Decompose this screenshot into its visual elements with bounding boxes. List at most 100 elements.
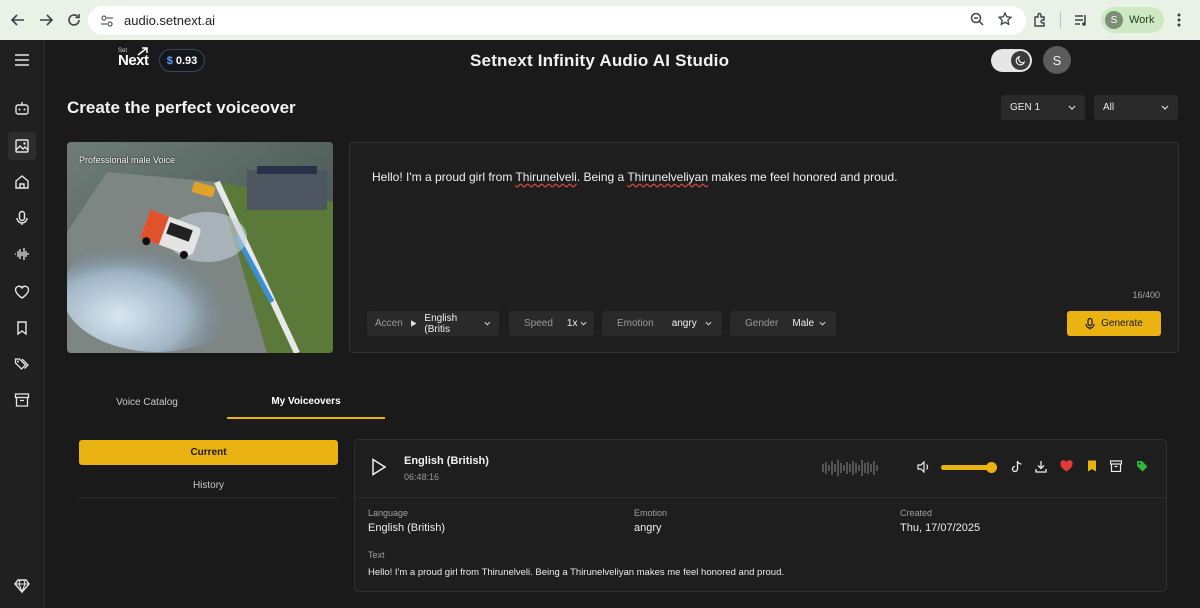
- play-icon[interactable]: [371, 458, 387, 476]
- app-title: Setnext Infinity Audio AI Studio: [470, 51, 730, 70]
- voice-preview-label: Professional male Voice: [79, 155, 176, 165]
- chevron-down-icon: [1068, 105, 1076, 110]
- generate-button[interactable]: Generate: [1067, 311, 1161, 336]
- image-edit-icon[interactable]: [8, 132, 36, 160]
- tags-icon[interactable]: [8, 350, 36, 378]
- user-avatar[interactable]: S: [1043, 46, 1071, 74]
- emotion-label: Emotion: [617, 318, 654, 329]
- page-title: Create the perfect voiceover: [67, 98, 296, 117]
- generate-label: Generate: [1101, 318, 1143, 329]
- mic-icon[interactable]: [8, 204, 36, 232]
- script-text-part: Hello! I'm a proud girl from: [372, 170, 516, 184]
- filter-select[interactable]: All: [1094, 95, 1178, 120]
- history-button[interactable]: History: [79, 474, 338, 498]
- tiktok-icon[interactable]: [1011, 460, 1023, 473]
- accent-value: English (Britis: [424, 312, 458, 335]
- voiceover-time: 06:48:16: [404, 472, 440, 482]
- browser-toolbar: audio.setnext.ai S Work: [0, 0, 1200, 40]
- profile-avatar: S: [1105, 11, 1123, 29]
- balance-currency: $: [166, 54, 173, 67]
- misspelled-word: Thirunelveli: [515, 170, 577, 184]
- created-value: Thu, 17/07/2025: [900, 522, 981, 534]
- reload-icon[interactable]: [60, 6, 88, 34]
- site-settings-icon[interactable]: [100, 14, 114, 28]
- media-icon[interactable]: [1073, 12, 1089, 28]
- extensions-icon[interactable]: [1032, 12, 1048, 28]
- mic-icon: [1085, 317, 1095, 329]
- chevron-down-icon: [1161, 105, 1169, 110]
- chevron-down-icon: [580, 321, 587, 326]
- tab-my-voiceovers[interactable]: My Voiceovers: [227, 385, 385, 419]
- sidebar: [0, 40, 45, 608]
- balance-badge[interactable]: $ 0.93: [159, 49, 205, 72]
- bookmark-icon[interactable]: [8, 314, 36, 342]
- text-label: Text: [368, 550, 385, 560]
- heart-icon[interactable]: [1060, 460, 1073, 472]
- moon-icon: [1011, 51, 1030, 70]
- setnext-logo[interactable]: Set Next: [116, 47, 150, 71]
- heart-icon[interactable]: [8, 278, 36, 306]
- script-text-part: makes me feel honored and proud.: [708, 170, 898, 184]
- theme-toggle[interactable]: [991, 49, 1032, 72]
- waveform-icon[interactable]: [8, 240, 36, 268]
- filter-select-value: All: [1103, 102, 1115, 113]
- misspelled-word: Thirunelveliyan: [627, 170, 709, 184]
- diamond-icon[interactable]: [8, 572, 36, 600]
- emotion-meta-label: Emotion: [634, 508, 668, 518]
- back-icon[interactable]: [4, 6, 32, 34]
- emotion-select[interactable]: Emotion angry: [602, 311, 722, 336]
- created-label: Created: [900, 508, 933, 518]
- model-select-value: GEN 1: [1010, 102, 1041, 113]
- gender-value: Male: [792, 318, 815, 329]
- tab-voice-catalog[interactable]: Voice Catalog: [68, 385, 226, 419]
- forward-icon[interactable]: [32, 6, 60, 34]
- card-divider: [355, 497, 1166, 498]
- speed-select[interactable]: Speed 1x: [509, 311, 594, 336]
- current-button[interactable]: Current: [79, 440, 338, 465]
- script-editor[interactable]: Hello! I'm a proud girl from Thirunelvel…: [349, 142, 1179, 353]
- speed-value: 1x: [566, 318, 578, 329]
- balance-amount: 0.93: [175, 54, 198, 67]
- logo-arrow-icon: [137, 47, 148, 56]
- language-value: English (British): [368, 522, 446, 534]
- menu-icon[interactable]: [8, 46, 36, 74]
- star-icon[interactable]: [998, 12, 1012, 26]
- accent-label: Accen: [375, 318, 403, 329]
- text-value: Hello! I'm a proud girl from Thirunelvel…: [368, 567, 784, 578]
- script-text[interactable]: Hello! I'm a proud girl from Thirunelvel…: [372, 170, 897, 184]
- waveform-preview: [822, 460, 878, 476]
- drift-car-illustration: [67, 142, 333, 353]
- model-select[interactable]: GEN 1: [1001, 95, 1085, 120]
- voiceover-card: English (British) 06:48:16 Language Engl…: [354, 439, 1167, 592]
- volume-slider[interactable]: [941, 462, 997, 473]
- gender-label: Gender: [745, 318, 779, 329]
- volume-icon[interactable]: [917, 461, 931, 473]
- toolbar-divider: [1060, 12, 1061, 28]
- kebab-icon[interactable]: [1176, 12, 1182, 28]
- gender-select[interactable]: Gender Male: [730, 311, 836, 336]
- volume-slider-handle[interactable]: [986, 462, 997, 473]
- address-bar[interactable]: audio.setnext.ai: [88, 6, 1026, 35]
- caret-right-icon: [410, 320, 417, 327]
- voiceover-title: English (British): [404, 455, 489, 467]
- language-label: Language: [368, 508, 409, 518]
- home-icon[interactable]: [8, 168, 36, 196]
- robot-icon[interactable]: [8, 94, 36, 122]
- tags-icon[interactable]: [1136, 460, 1148, 472]
- voice-preview-image[interactable]: Professional male Voice: [67, 142, 333, 353]
- url-text[interactable]: audio.setnext.ai: [124, 13, 215, 28]
- archive-icon[interactable]: [8, 386, 36, 414]
- zoom-icon[interactable]: [970, 12, 984, 26]
- accent-select[interactable]: Accen English (Britis: [367, 311, 499, 336]
- chevron-down-icon: [819, 321, 826, 326]
- download-icon[interactable]: [1035, 460, 1047, 473]
- chevron-down-icon: [705, 321, 712, 326]
- speed-label: Speed: [524, 318, 553, 329]
- profile-label: Work: [1129, 14, 1155, 26]
- trash-icon[interactable]: [1110, 460, 1122, 472]
- profile-button[interactable]: S Work: [1101, 7, 1165, 33]
- script-text-part: . Being a: [576, 170, 628, 184]
- bookmark-icon[interactable]: [1087, 460, 1097, 472]
- emotion-meta-value: angry: [634, 522, 662, 534]
- char-count: 16/400: [1132, 290, 1160, 300]
